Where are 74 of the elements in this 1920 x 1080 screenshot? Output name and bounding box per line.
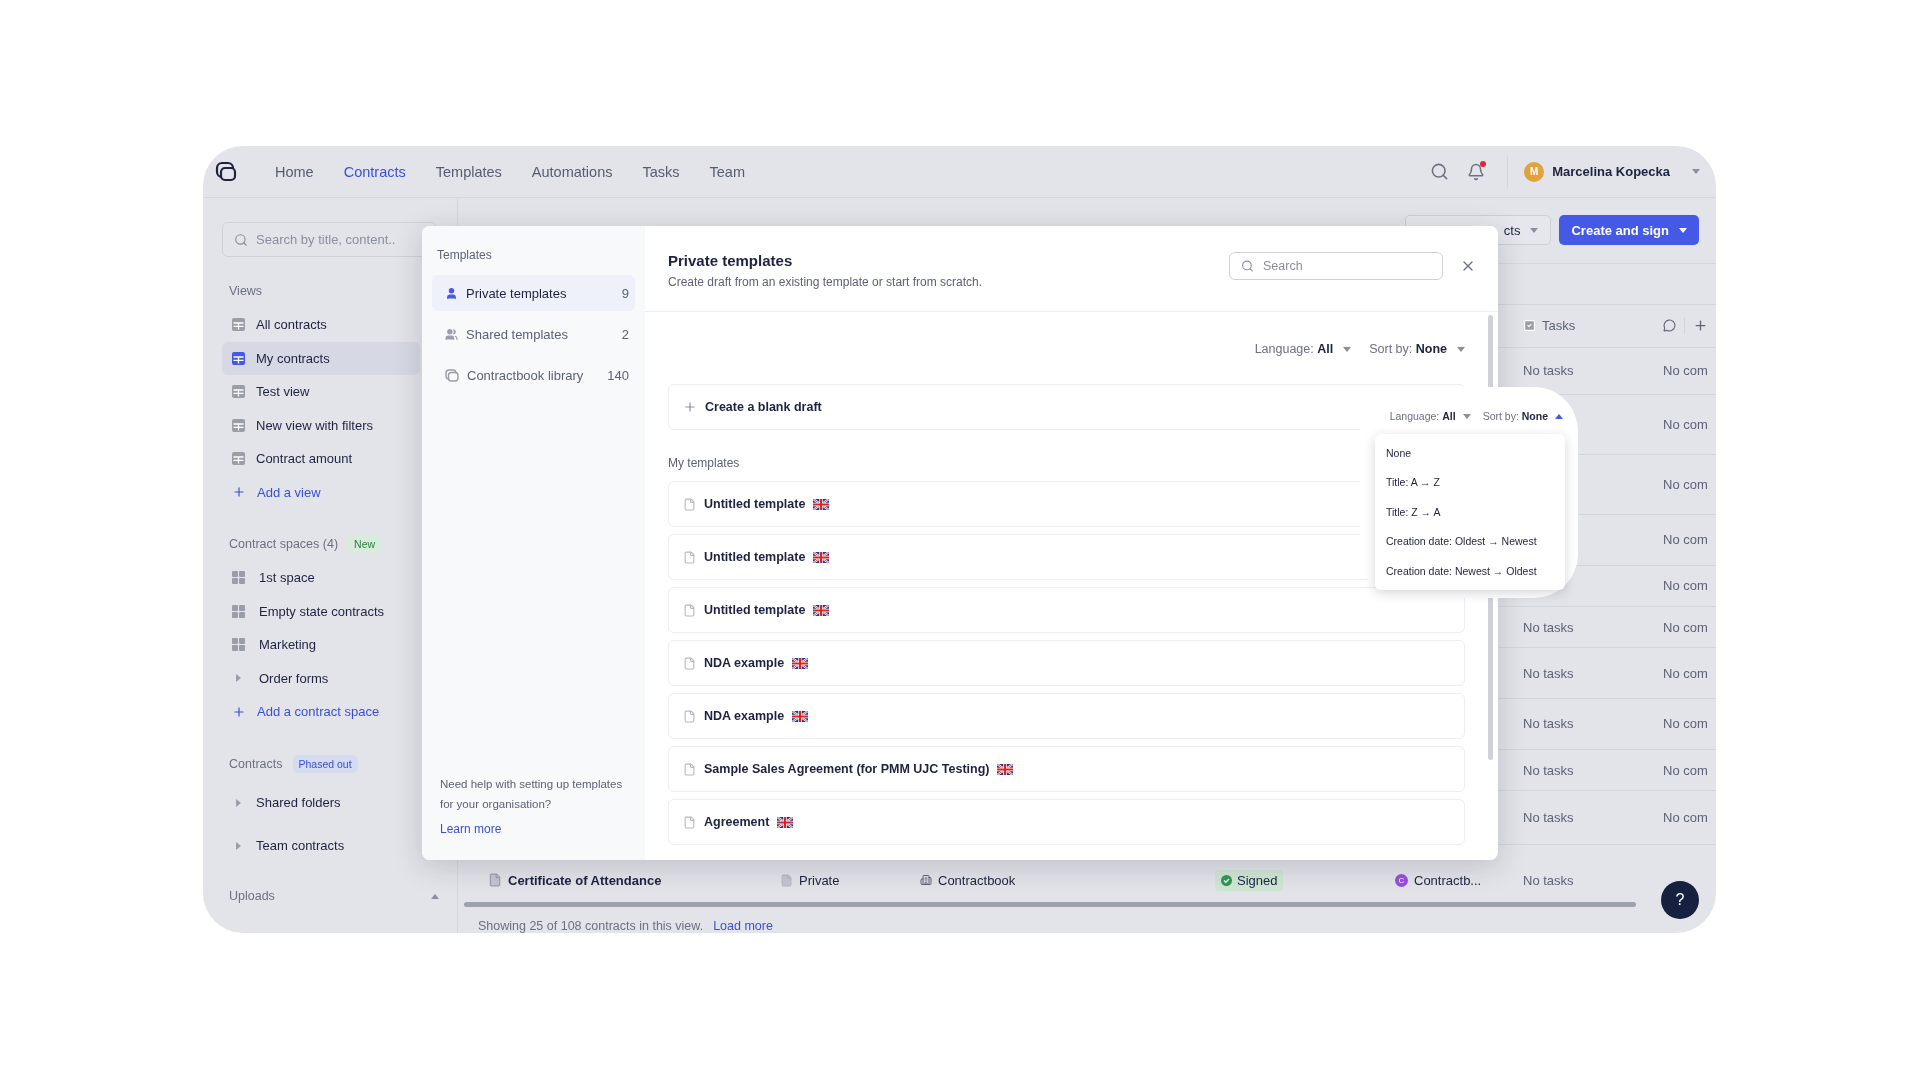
status-badge: Signed	[1215, 869, 1284, 891]
sidebar-item[interactable]: Shared folders	[222, 781, 420, 824]
load-more-link[interactable]: Load more	[713, 919, 773, 933]
sidebar-item[interactable]: All contracts	[222, 308, 420, 342]
sidebar-item[interactable]: Team contracts	[222, 824, 420, 867]
sidebar-item[interactable]: Empty state contracts	[222, 594, 420, 628]
table-cell-text: No tasks	[1523, 665, 1575, 681]
sidebar-item[interactable]: Test view	[222, 375, 420, 409]
nav-tab[interactable]: Team	[709, 163, 745, 180]
section-title: Contract spaces (4)	[229, 537, 339, 551]
create-and-sign-button[interactable]: Create and sign	[1559, 215, 1699, 246]
table-cell-text: No tasks	[1523, 716, 1575, 732]
sidebar-item[interactable]: Marketing	[222, 628, 420, 662]
section-badge: Phased out	[292, 755, 358, 773]
nav-tab[interactable]: Automations	[531, 163, 613, 180]
template-category[interactable]: Contractbook library 140	[432, 357, 635, 393]
language-filter[interactable]: Language: All	[1254, 342, 1352, 356]
table-cell-text: No tasks	[1523, 363, 1575, 379]
table-cell: Contractb...	[1414, 872, 1482, 888]
table-cell: Private	[799, 872, 840, 888]
column-header: Tasks	[1542, 318, 1576, 334]
table-cell-text: No com	[1663, 665, 1709, 681]
sidebar-item[interactable]: Contract amount	[222, 442, 420, 476]
add-link[interactable]: Add a contract space	[222, 695, 420, 729]
template-category[interactable]: Private templates 9	[432, 275, 635, 311]
party-avatar: C	[1395, 873, 1408, 887]
template-item[interactable]: Agreement	[668, 799, 1465, 845]
table-cell: Contractbook	[938, 872, 1016, 888]
user-menu[interactable]: M Marcelina Kopecka	[1507, 155, 1700, 188]
table-cell-text: No tasks	[1523, 619, 1575, 635]
table-cell-text: No com	[1663, 363, 1709, 379]
sort-filter[interactable]: Sort by: None	[1482, 410, 1563, 422]
table-cell-text: No tasks	[1523, 810, 1575, 826]
results-summary: Showing 25 of 108 contracts in this view.	[478, 919, 704, 933]
dialog-subtitle: Create draft from an existing template or start from scratch.	[668, 275, 983, 289]
table-cell-text: No com	[1663, 417, 1709, 433]
section-title: Views	[229, 284, 263, 298]
sidebar-item[interactable]: 1st space	[222, 561, 420, 595]
sidebar-item[interactable]: New view with filters	[222, 408, 420, 442]
sidebar-item[interactable]: My contracts	[222, 341, 420, 375]
sort-filter[interactable]: Sort by: None	[1369, 342, 1465, 356]
panel-title: Templates	[436, 248, 493, 264]
learn-more-link[interactable]: Learn more	[440, 822, 502, 836]
search-field[interactable]: Search	[1229, 252, 1443, 280]
add-link[interactable]: Add a view	[222, 475, 420, 509]
user-avatar: M	[1524, 161, 1545, 182]
table-cell-text: No tasks	[1523, 872, 1575, 888]
table-cell-text: No com	[1663, 762, 1709, 778]
template-category[interactable]: Shared templates 2	[432, 316, 635, 352]
section-title: Uploads	[229, 889, 275, 903]
contract-name[interactable]: Certificate of Attendance	[508, 872, 662, 888]
template-item[interactable]: Sample Sales Agreement (for PMM UJC Testing)	[668, 746, 1465, 792]
dialog-title: Private templates	[668, 252, 794, 269]
table-cell-text: No com	[1663, 476, 1709, 492]
table-cell-text: No com	[1663, 578, 1709, 594]
section-title: Contracts	[229, 757, 283, 771]
nav-tab[interactable]: Home	[275, 163, 314, 180]
template-item[interactable]: NDA example	[668, 640, 1465, 686]
nav-tab[interactable]: Tasks	[642, 163, 680, 180]
table-cell-text: No tasks	[1523, 762, 1575, 778]
sort-option[interactable]: None	[1375, 438, 1565, 468]
help-button[interactable]: ?	[1661, 881, 1699, 919]
template-item[interactable]: NDA example	[668, 693, 1465, 739]
table-cell-text: No com	[1663, 532, 1709, 548]
help-text: Need help with setting up templates for your organisation?	[440, 777, 624, 812]
nav-tab[interactable]: Templates	[435, 163, 502, 180]
table-cell-text: No com	[1663, 810, 1709, 826]
section-badge: New	[348, 535, 382, 553]
section-title: My templates	[668, 455, 740, 472]
search-field[interactable]: Search by title, content..	[222, 222, 437, 257]
nav-tab[interactable]: Contracts	[343, 163, 406, 180]
table-cell-text: No com	[1663, 716, 1709, 732]
table-cell-text: No com	[1663, 619, 1709, 635]
sidebar-item[interactable]: Order forms	[222, 661, 420, 695]
